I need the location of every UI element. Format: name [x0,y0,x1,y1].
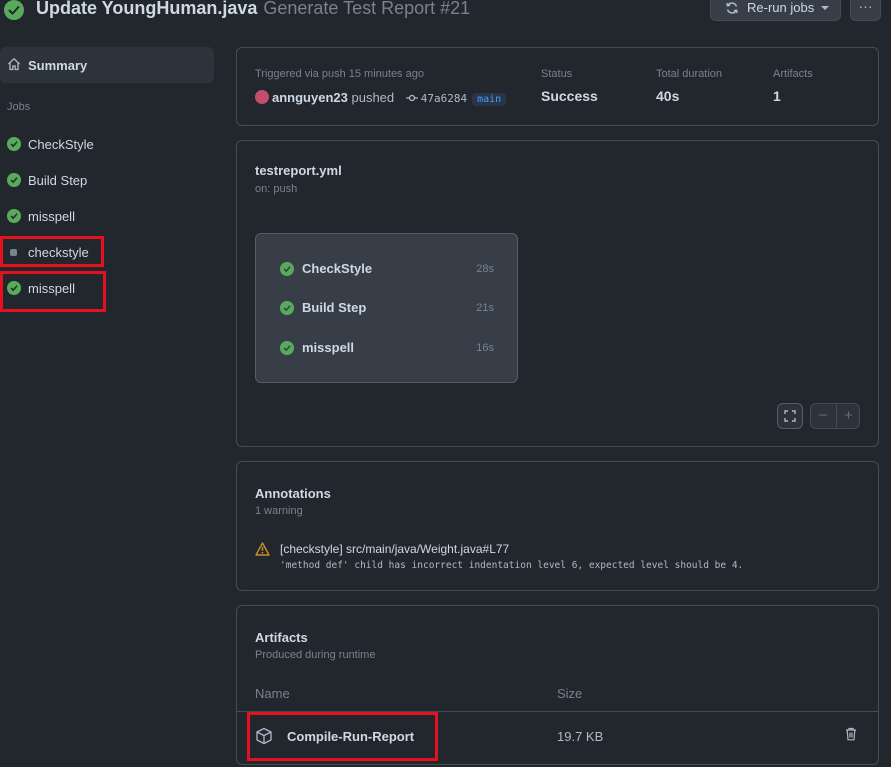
check-circle-icon [7,209,21,223]
sidebar-job[interactable]: misspell [0,273,214,303]
graph-job-duration: 28s [476,263,494,275]
workflow-run-name: Generate Test Report #21 [263,0,471,18]
rerun-jobs-label: Re-run jobs [747,0,815,15]
sidebar-job[interactable]: Build Step [0,165,214,195]
commit-title: Update YoungHuman.java [36,0,258,18]
sync-icon [725,1,739,18]
sidebar-item-label: Summary [28,58,88,73]
check-circle-icon [4,0,24,20]
artifacts-subtitle: Produced during runtime [255,649,376,661]
artifacts-label: Artifacts [773,68,813,80]
graph-job[interactable]: Build Step 21s [280,296,494,320]
jobs-heading: Jobs [7,101,31,113]
column-header-size: Size [557,686,583,701]
annotations-title: Annotations [255,486,331,501]
trigger-details: annguyen23 pushed 47a6284 main [255,90,507,106]
annotation-message: 'method def' child has incorrect indenta… [280,560,744,571]
trigger-column: Triggered via push 15 minutes ago [255,68,424,80]
run-summary-panel: Triggered via push 15 minutes ago annguy… [236,47,879,126]
check-circle-icon [7,137,21,151]
home-icon [7,57,21,74]
sidebar-job[interactable]: checkstyle [0,237,214,267]
graph-job-label: CheckStyle [302,261,373,276]
actor-link[interactable]: annguyen23 [272,90,348,105]
trigger-action: pushed [351,90,395,105]
workflow-run-page: Update YoungHuman.java Generate Test Repo… [0,0,891,767]
column-header-name: Name [255,686,290,701]
fit-to-screen-button[interactable] [777,403,803,429]
graph-job-duration: 16s [476,342,494,354]
job-group-card: CheckStyle 28s Build Step 21s misspell 1… [255,233,518,383]
status-value: Success [541,88,598,104]
trigger-label: Triggered via push 15 minutes ago [255,68,424,80]
artifact-download-link[interactable]: Compile-Run-Report [287,729,414,744]
sidebar-job[interactable]: CheckStyle [0,129,214,159]
sidebar-item-summary[interactable]: Summary [0,47,214,83]
graph-job-duration: 21s [476,302,494,314]
graph-job-label: misspell [302,340,355,355]
duration-value: 40s [656,88,680,104]
package-icon [255,727,273,748]
duration-column: Total duration 40s [656,68,722,104]
trash-icon[interactable] [845,727,857,744]
check-circle-icon [280,301,294,315]
zoom-in-button[interactable]: + [836,404,860,428]
artifacts-title: Artifacts [255,630,308,645]
avatar [255,90,269,104]
zoom-out-button[interactable]: − [811,404,835,428]
sidebar-job-label: CheckStyle [28,137,94,152]
sidebar-job-label: misspell [28,209,75,224]
annotation-link[interactable]: [checkstyle] src/main/java/Weight.java#L… [280,542,509,556]
sidebar-job-label: checkstyle [28,245,89,260]
workflow-trigger-event: on: push [255,183,298,195]
run-header: Update YoungHuman.java Generate Test Repo… [0,0,891,24]
artifacts-count: 1 [773,88,781,104]
zoom-controls: − + [810,403,860,429]
check-circle-icon [7,281,21,295]
annotations-panel: Annotations 1 warning [checkstyle] src/m… [236,461,879,591]
status-label: Status [541,68,573,80]
page-title: Update YoungHuman.java Generate Test Repo… [36,0,470,19]
sidebar-job-label: Build Step [28,173,88,188]
artifact-size: 19.7 KB [557,729,604,744]
queued-status-icon [7,245,17,256]
rerun-jobs-button[interactable]: Re-run jobs [710,0,841,21]
kebab-icon: ··· [858,0,873,14]
more-options-button[interactable]: ··· [850,0,881,21]
graph-job[interactable]: CheckStyle 28s [280,257,494,281]
artifacts-panel: Artifacts Produced during runtime Name S… [236,605,879,765]
check-circle-icon [7,173,21,187]
sidebar-job-label: misspell [28,281,75,296]
check-circle-icon [280,262,294,276]
commit-icon [405,90,418,105]
artifacts-column: Artifacts 1 [773,68,813,104]
duration-label: Total duration [656,68,723,80]
graph-job-label: Build Step [302,300,367,315]
check-circle-icon [280,341,294,355]
caret-down-icon [821,6,829,10]
commit-sha-link[interactable]: 47a6284 [421,92,467,105]
sidebar-job[interactable]: misspell [0,201,214,231]
graph-job[interactable]: misspell 16s [280,336,494,360]
workflow-graph-panel: testreport.yml on: push CheckStyle 28s B… [236,140,879,447]
artifact-row: Compile-Run-Report 19.7 KB [237,714,878,758]
workflow-file-name: testreport.yml [255,163,342,178]
annotations-count: 1 warning [255,505,303,517]
branch-badge[interactable]: main [472,93,507,106]
artifacts-table-header: Name Size [237,684,878,712]
status-column: Status Success [541,68,598,104]
alert-icon [255,542,270,559]
